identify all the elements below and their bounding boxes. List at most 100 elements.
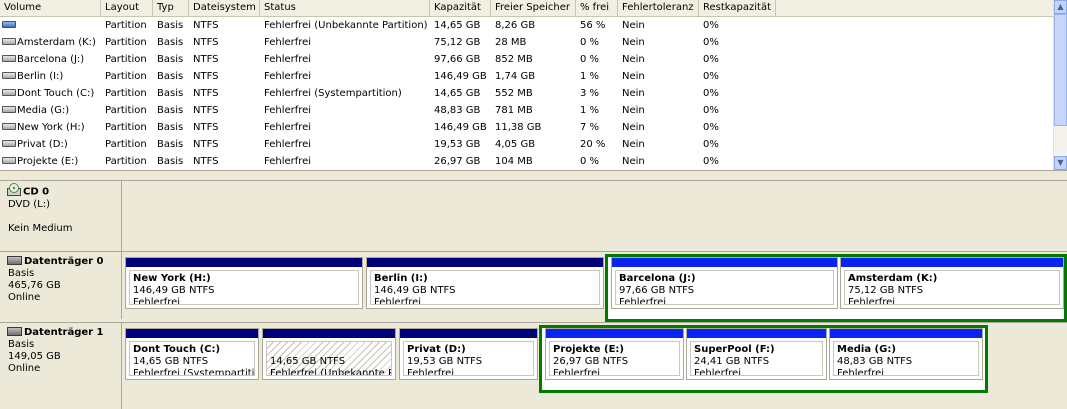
disk-size: 465,76 GB	[8, 280, 61, 291]
logical-drive-bar	[687, 329, 826, 338]
cell-kap: 75,12 GB	[434, 37, 481, 48]
partition-media[interactable]: Media (G:) 48,83 GB NTFS Fehlerfrei	[829, 328, 983, 380]
primary-partition-bar	[126, 258, 362, 267]
partition-size: 146,49 GB NTFS	[374, 285, 456, 296]
cell-fs: NTFS	[193, 88, 219, 99]
table-row[interactable]: Barcelona (J:) Partition Basis NTFS Fehlerfr…	[0, 51, 1054, 68]
cell-pct: 0 %	[580, 156, 600, 167]
logical-drive-bar	[546, 329, 683, 338]
partition-size: 146,49 GB NTFS	[133, 285, 215, 296]
cell-pct: 1 %	[580, 105, 600, 116]
column-header-restkapazitaet[interactable]: Restkapazität	[699, 0, 776, 16]
partition-new-york[interactable]: New York (H:) 146,49 GB NTFS Fehlerfrei	[125, 257, 363, 309]
cell-kap: 14,65 GB	[434, 20, 481, 31]
partition-berlin[interactable]: Berlin (I:) 146,49 GB NTFS Fehlerfrei	[366, 257, 604, 309]
cell-rest: 0%	[703, 71, 719, 82]
table-row[interactable]: Partition Basis NTFS Fehlerfrei (Unbekannte…	[0, 17, 1054, 34]
partition-body: Media (G:) 48,83 GB NTFS Fehlerfrei	[833, 341, 979, 376]
table-row[interactable]: Berlin (I:) Partition Basis NTFS Fehlerfrei 1…	[0, 68, 1054, 85]
vertical-scrollbar[interactable]: ▲ ▼	[1053, 0, 1067, 170]
disk-name: Datenträger 1	[24, 327, 104, 338]
volume-name: Amsterdam (K:)	[17, 37, 96, 48]
disk-size	[7, 211, 121, 223]
disk-label-disk1[interactable]: Datenträger 1 Basis 149,05 GB Online	[0, 323, 122, 409]
harddisk-icon	[7, 255, 22, 265]
disk-type: Basis	[8, 339, 35, 350]
column-header-prozent-frei[interactable]: % frei	[576, 0, 618, 16]
table-row[interactable]: Privat (D:) Partition Basis NTFS Fehlerfrei 1…	[0, 136, 1054, 153]
cell-status: Fehlerfrei	[264, 122, 312, 133]
column-header-dateisystem[interactable]: Dateisystem	[189, 0, 260, 16]
table-row[interactable]: Projekte (E:) Partition Basis NTFS Fehlerfre…	[0, 153, 1054, 170]
logical-drive-bar	[612, 258, 837, 267]
partition-name: Barcelona (J:)	[619, 273, 696, 284]
partition-body: New York (H:) 146,49 GB NTFS Fehlerfrei	[129, 270, 359, 305]
cell-typ: Basis	[157, 105, 184, 116]
scrollbar-thumb[interactable]	[1054, 14, 1067, 126]
cell-layout: Partition	[105, 105, 147, 116]
partition-amsterdam[interactable]: Amsterdam (K:) 75,12 GB NTFS Fehlerfrei	[840, 257, 1064, 309]
column-header-typ[interactable]: Typ	[153, 0, 189, 16]
partition-size: 75,12 GB NTFS	[848, 285, 924, 296]
drive-icon	[2, 71, 16, 79]
cell-frei: 1,74 GB	[495, 71, 536, 82]
scroll-up-icon[interactable]: ▲	[1054, 0, 1067, 14]
partition-body: Berlin (I:) 146,49 GB NTFS Fehlerfrei	[370, 270, 600, 305]
table-row[interactable]: Amsterdam (K:) Partition Basis NTFS Fehlerfr…	[0, 34, 1054, 51]
partition-name: Berlin (I:)	[374, 273, 428, 284]
disk-type: Basis	[8, 268, 35, 279]
primary-partition-bar	[126, 329, 258, 338]
scroll-down-icon[interactable]: ▼	[1054, 156, 1067, 170]
cell-typ: Basis	[157, 156, 184, 167]
partition-projekte[interactable]: Projekte (E:) 26,97 GB NTFS Fehlerfrei	[545, 328, 684, 380]
cell-status: Fehlerfrei	[264, 71, 312, 82]
disk-status: Online	[8, 363, 41, 374]
partition-dont-touch[interactable]: Dont Touch (C:) 14,65 GB NTFS Fehlerfrei…	[125, 328, 259, 380]
cell-status: Fehlerfrei	[264, 54, 312, 65]
table-row[interactable]: Dont Touch (C:) Partition Basis NTFS Fehlerf…	[0, 85, 1054, 102]
cell-fs: NTFS	[193, 71, 219, 82]
partition-privat[interactable]: Privat (D:) 19,53 GB NTFS Fehlerfrei	[399, 328, 538, 380]
cell-fs: NTFS	[193, 139, 219, 150]
pane-splitter[interactable]	[0, 171, 1067, 181]
cell-pct: 0 %	[580, 37, 600, 48]
cell-fs: NTFS	[193, 156, 219, 167]
cell-status: Fehlerfrei	[264, 139, 312, 150]
column-header-fehlertoleranz[interactable]: Fehlertoleranz	[618, 0, 699, 16]
cell-rest: 0%	[703, 156, 719, 167]
cell-status: Fehlerfrei (Systempartition)	[264, 88, 402, 99]
disk-name: Datenträger 0	[24, 256, 104, 267]
disk-label-disk0[interactable]: Datenträger 0 Basis 465,76 GB Online	[0, 252, 122, 319]
volume-list[interactable]: Volume Layout Typ Dateisystem Status Kap…	[0, 0, 1067, 171]
disk-name: CD 0	[23, 186, 50, 198]
table-row[interactable]: Media (G:) Partition Basis NTFS Fehlerfrei 48…	[0, 102, 1054, 119]
cell-typ: Basis	[157, 37, 184, 48]
column-header-freier-speicher[interactable]: Freier Speicher	[491, 0, 576, 16]
column-header-kapazitaet[interactable]: Kapazität	[430, 0, 491, 16]
blue-volume-icon	[2, 20, 16, 28]
cell-frei: 8,26 GB	[495, 20, 536, 31]
volume-name: Projekte (E:)	[17, 156, 79, 167]
cell-ft: Nein	[622, 88, 645, 99]
table-row[interactable]: New York (H:) Partition Basis NTFS Fehlerfre…	[0, 119, 1054, 136]
disk-graphical-view: CD 0 DVD (L:) Kein Medium Datenträger 0 …	[0, 181, 1067, 409]
partition-size: 14,65 GB NTFS	[270, 356, 346, 367]
partition-barcelona[interactable]: Barcelona (J:) 97,66 GB NTFS Fehlerfrei	[611, 257, 838, 309]
cell-volume: Amsterdam (K:)	[0, 34, 101, 51]
cell-rest: 0%	[703, 88, 719, 99]
cell-pct: 1 %	[580, 71, 600, 82]
cell-status: Fehlerfrei	[264, 105, 312, 116]
column-header-status[interactable]: Status	[260, 0, 430, 16]
partition-name: Amsterdam (K:)	[848, 273, 938, 284]
partition-superpool[interactable]: SuperPool (F:) 24,41 GB NTFS Fehlerfrei	[686, 328, 827, 380]
disk-label-cd0[interactable]: CD 0 DVD (L:) Kein Medium	[0, 181, 122, 251]
partition-unknown[interactable]: 14,65 GB NTFS Fehlerfrei (Unbekannte Pa	[262, 328, 396, 380]
cell-layout: Partition	[105, 37, 147, 48]
drive-icon	[2, 139, 16, 147]
drive-icon	[2, 105, 16, 113]
cell-layout: Partition	[105, 139, 147, 150]
disk-type: DVD (L:)	[8, 198, 50, 210]
column-header-volume[interactable]: Volume	[0, 0, 101, 16]
partition-status: Fehlerfrei	[407, 368, 455, 376]
column-header-layout[interactable]: Layout	[101, 0, 153, 16]
